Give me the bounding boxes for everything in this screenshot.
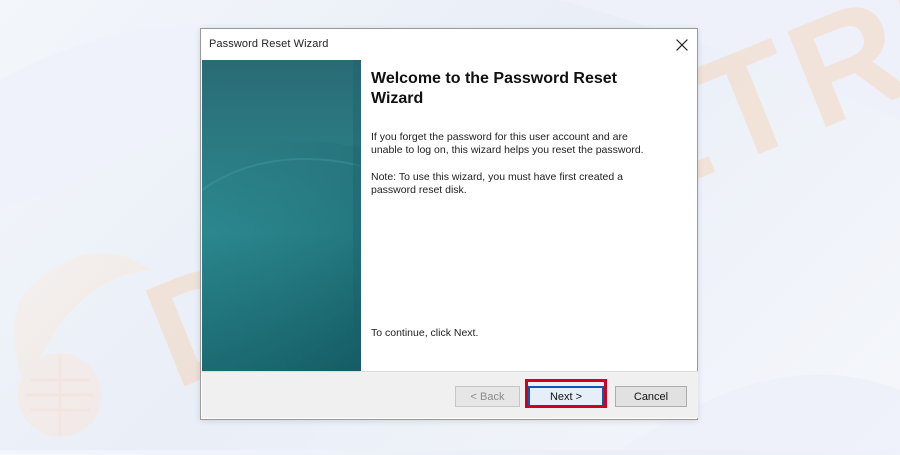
wizard-paragraph-note: Note: To use this wizard, you must have …	[371, 171, 661, 197]
watermark-logo	[14, 253, 150, 437]
password-reset-wizard-window: Password Reset Wizard Welcome to the Pas…	[200, 28, 698, 420]
close-button[interactable]	[667, 29, 697, 60]
wizard-side-art	[202, 60, 361, 374]
wizard-content: Welcome to the Password Reset Wizard If …	[371, 69, 681, 339]
wizard-heading-line1: Welcome to the Password Reset	[371, 70, 617, 87]
next-button[interactable]: Next >	[528, 386, 604, 407]
wizard-heading: Welcome to the Password Reset Wizard	[371, 69, 681, 109]
wizard-paragraph-intro: If you forget the password for this user…	[371, 131, 671, 157]
intro-line-1: If you forget the password for this user…	[371, 131, 628, 143]
titlebar: Password Reset Wizard	[201, 29, 697, 60]
window-title: Password Reset Wizard	[209, 38, 329, 50]
wizard-heading-line2: Wizard	[371, 90, 424, 107]
cancel-button[interactable]: Cancel	[615, 386, 687, 407]
wizard-art-svg	[202, 60, 361, 374]
wizard-footer: < Back Next > Cancel	[202, 371, 698, 418]
note-line-2: password reset disk.	[371, 184, 467, 196]
back-button[interactable]: < Back	[455, 386, 520, 407]
wizard-continue-instruction: To continue, click Next.	[371, 327, 479, 339]
close-icon	[676, 38, 688, 51]
note-line-1: Note: To use this wizard, you must have …	[371, 171, 623, 183]
intro-line-2: unable to log on, this wizard helps you …	[371, 144, 644, 156]
